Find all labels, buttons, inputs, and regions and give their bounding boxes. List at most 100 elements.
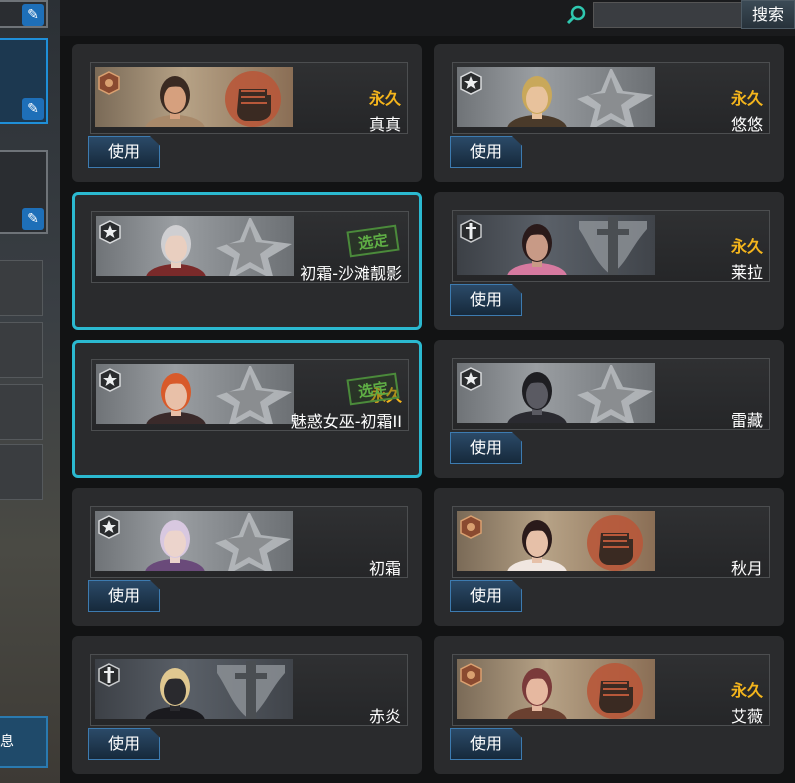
character-name: 雷藏 bbox=[730, 411, 763, 430]
character-banner bbox=[96, 364, 294, 424]
star-emblem bbox=[210, 364, 294, 424]
character-portrait bbox=[507, 76, 567, 127]
star-emblem bbox=[571, 67, 655, 127]
side-slot[interactable] bbox=[0, 322, 43, 378]
star-rank-icon bbox=[98, 515, 120, 539]
permanent-label: 永久 bbox=[730, 681, 763, 700]
character-portrait bbox=[146, 225, 206, 276]
character-slot[interactable]: 永久 悠悠 使用 bbox=[434, 44, 784, 182]
character-banner bbox=[457, 659, 655, 719]
character-name: 初霜 bbox=[368, 559, 401, 578]
character-card[interactable]: 初霜-沙滩靓影 选定 bbox=[91, 211, 409, 283]
character-banner bbox=[457, 67, 655, 127]
left-side-panel: ✎ ✎ ✎ 息 bbox=[0, 0, 60, 783]
info-label: 息 bbox=[0, 734, 14, 750]
selected-stamp: 选定 bbox=[346, 224, 400, 258]
character-portrait bbox=[145, 76, 205, 127]
use-button[interactable]: 使用 bbox=[88, 728, 160, 760]
use-button[interactable]: 使用 bbox=[450, 284, 522, 316]
character-name: 赤炎 bbox=[368, 707, 401, 726]
star-rank-icon bbox=[460, 367, 482, 391]
character-card[interactable]: 初霜 bbox=[90, 506, 408, 578]
character-portrait bbox=[507, 668, 567, 719]
side-slot[interactable] bbox=[0, 384, 43, 440]
star-rank-icon bbox=[460, 71, 482, 95]
character-slot[interactable]: 秋月 使用 bbox=[434, 488, 784, 626]
character-portrait bbox=[146, 373, 206, 424]
sword-rank-icon bbox=[460, 219, 482, 243]
character-name: 艾薇 bbox=[730, 707, 763, 726]
character-name: 秋月 bbox=[730, 559, 763, 578]
search-bar bbox=[60, 0, 795, 40]
permanent-label: 永久 bbox=[368, 89, 401, 108]
bronze-rank-icon bbox=[98, 71, 120, 95]
use-button[interactable]: 使用 bbox=[450, 580, 522, 612]
permanent-label: 永久 bbox=[730, 237, 763, 256]
character-slot[interactable]: 初霜-沙滩靓影 选定 bbox=[72, 192, 422, 330]
character-portrait bbox=[145, 668, 205, 719]
character-portrait bbox=[145, 520, 205, 571]
character-banner bbox=[95, 511, 293, 571]
side-card[interactable]: ✎ bbox=[0, 0, 48, 28]
character-name: 莱拉 bbox=[730, 263, 763, 282]
side-slot[interactable] bbox=[0, 444, 43, 500]
permanent-label: 永久 bbox=[730, 89, 763, 108]
star-emblem bbox=[210, 216, 294, 276]
star-rank-icon bbox=[99, 220, 121, 244]
side-card-selected[interactable]: ✎ bbox=[0, 38, 48, 124]
character-card[interactable]: 永久 魅惑女巫-初霜II 选定 bbox=[91, 359, 409, 431]
info-button[interactable]: 息 bbox=[0, 716, 48, 768]
character-portrait bbox=[507, 372, 567, 423]
use-button[interactable]: 使用 bbox=[450, 728, 522, 760]
character-banner bbox=[457, 215, 655, 275]
sword-rank-icon bbox=[98, 663, 120, 687]
character-banner bbox=[457, 511, 655, 571]
character-banner bbox=[95, 659, 293, 719]
sword-emblem bbox=[571, 217, 655, 275]
wrench-icon[interactable]: ✎ bbox=[22, 208, 44, 230]
character-card[interactable]: 赤炎 bbox=[90, 654, 408, 726]
use-button[interactable]: 使用 bbox=[88, 580, 160, 612]
character-card[interactable]: 永久 真真 bbox=[90, 62, 408, 134]
character-portrait bbox=[507, 520, 567, 571]
character-slot[interactable]: 永久 莱拉 使用 bbox=[434, 192, 784, 330]
character-slot[interactable]: 永久 艾薇 使用 bbox=[434, 636, 784, 774]
star-emblem bbox=[209, 511, 293, 571]
character-slot[interactable]: 初霜 使用 bbox=[72, 488, 422, 626]
fist-emblem bbox=[571, 661, 655, 719]
star-rank-icon bbox=[99, 368, 121, 392]
side-card[interactable]: ✎ bbox=[0, 150, 48, 234]
character-banner bbox=[95, 67, 293, 127]
character-slot[interactable]: 赤炎 使用 bbox=[72, 636, 422, 774]
character-card[interactable]: 秋月 bbox=[452, 506, 770, 578]
character-portrait bbox=[507, 224, 567, 275]
search-button[interactable]: 搜索 bbox=[741, 0, 795, 29]
character-slot[interactable]: 永久 魅惑女巫-初霜II 选定 bbox=[72, 340, 422, 478]
star-emblem bbox=[571, 363, 655, 423]
character-list-panel: 永久 真真 使用 永久 悠悠 使用 初霜-沙滩靓影 选定 永久 莱拉 使用 永久… bbox=[60, 36, 795, 783]
character-name: 悠悠 bbox=[730, 115, 763, 134]
wrench-icon[interactable]: ✎ bbox=[22, 98, 44, 120]
use-button[interactable]: 使用 bbox=[450, 432, 522, 464]
character-card[interactable]: 永久 艾薇 bbox=[452, 654, 770, 726]
character-banner bbox=[96, 216, 294, 276]
use-button[interactable]: 使用 bbox=[450, 136, 522, 168]
character-card[interactable]: 永久 悠悠 bbox=[452, 62, 770, 134]
fist-emblem bbox=[571, 513, 655, 571]
sword-emblem bbox=[209, 661, 293, 719]
fist-emblem bbox=[209, 69, 293, 127]
character-slot[interactable]: 雷藏 使用 bbox=[434, 340, 784, 478]
bronze-rank-icon bbox=[460, 663, 482, 687]
character-name: 真真 bbox=[368, 115, 401, 134]
wrench-icon[interactable]: ✎ bbox=[22, 4, 44, 26]
character-banner bbox=[457, 363, 655, 423]
side-slot[interactable] bbox=[0, 260, 43, 316]
character-card[interactable]: 雷藏 bbox=[452, 358, 770, 430]
character-name: 魅惑女巫-初霜II bbox=[290, 412, 402, 431]
use-button[interactable]: 使用 bbox=[88, 136, 160, 168]
bronze-rank-icon bbox=[460, 515, 482, 539]
character-name: 初霜-沙滩靓影 bbox=[300, 264, 402, 283]
character-slot[interactable]: 永久 真真 使用 bbox=[72, 44, 422, 182]
character-card[interactable]: 永久 莱拉 bbox=[452, 210, 770, 282]
search-icon[interactable] bbox=[565, 4, 587, 26]
